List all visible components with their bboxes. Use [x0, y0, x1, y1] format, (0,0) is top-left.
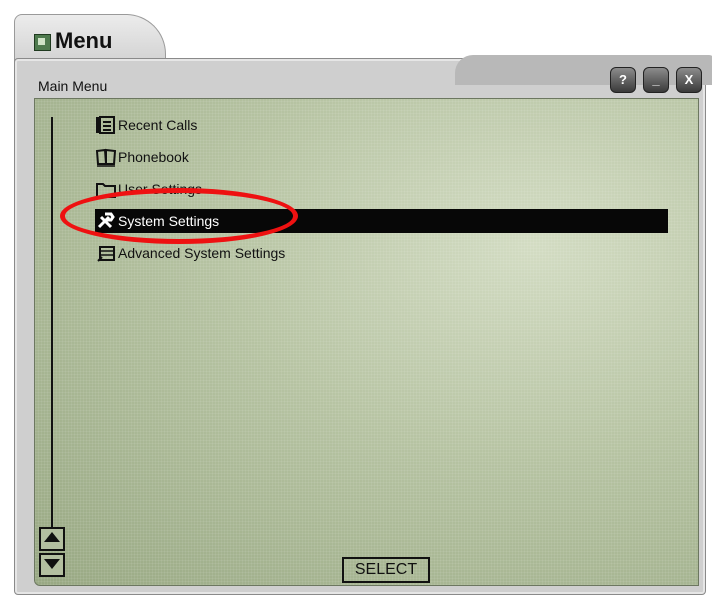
help-button[interactable]: ? [610, 67, 636, 93]
menu-item-label: Phonebook [118, 149, 189, 165]
menu-item-label: User Settings [118, 181, 203, 197]
menu-item-recent-calls[interactable]: Recent Calls [95, 113, 197, 137]
arrow-down-icon [44, 559, 60, 569]
minimize-button[interactable]: _ [643, 67, 669, 93]
arrow-up-icon [44, 532, 60, 542]
server-icon [97, 246, 115, 262]
menu-grid-icon [34, 34, 51, 51]
menu-item-advanced-system-settings[interactable]: Advanced System Settings [95, 241, 285, 265]
phonebook-icon [95, 148, 117, 167]
help-icon: ? [619, 72, 627, 87]
menu-item-phonebook[interactable]: Phonebook [95, 145, 189, 169]
recent-calls-icon [96, 116, 115, 134]
scroll-track [51, 117, 53, 527]
menu-item-label: Recent Calls [118, 117, 198, 133]
menu-item-user-settings[interactable]: User Settings [95, 177, 202, 201]
select-button[interactable]: SELECT [342, 557, 430, 583]
minimize-icon: _ [652, 72, 660, 87]
close-icon: X [684, 72, 694, 87]
scroll-up-button[interactable] [39, 527, 65, 551]
folder-icon [96, 183, 116, 198]
lcd-screen: Recent Calls Phonebook User Settings Sys… [34, 98, 699, 586]
wrench-icon [97, 212, 115, 229]
scroll-down-button[interactable] [39, 553, 65, 577]
menu-item-label: System Settings [118, 213, 220, 229]
menu-item-label: Advanced System Settings [118, 245, 286, 261]
close-button[interactable]: X [676, 67, 702, 93]
menu-item-system-settings[interactable]: System Settings [95, 209, 668, 233]
window-title: Main Menu [38, 78, 108, 94]
tab-title: Menu [55, 28, 113, 53]
